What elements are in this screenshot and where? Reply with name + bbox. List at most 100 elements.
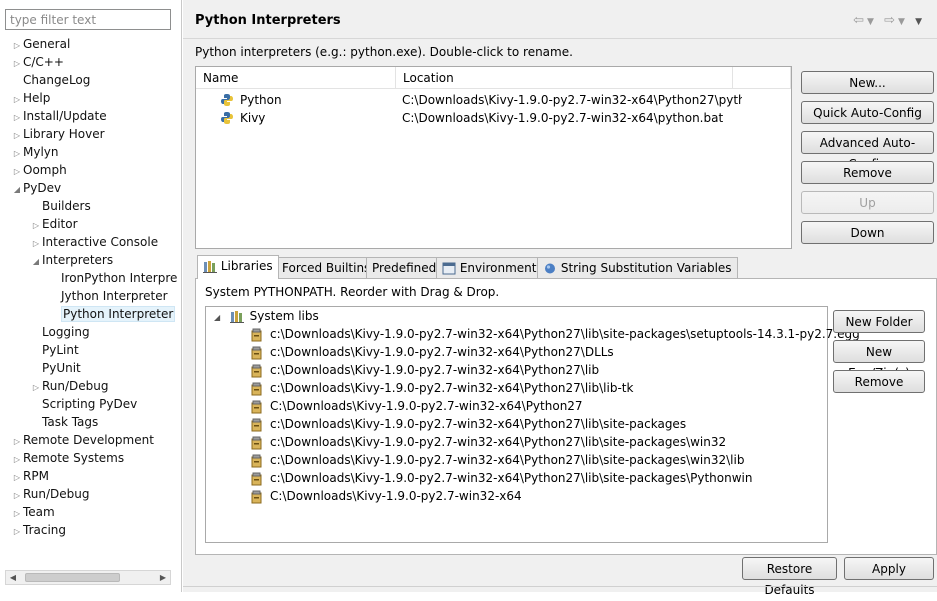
library-item[interactable]: c:\Downloads\Kivy-1.9.0-py2.7-win32-x64\… bbox=[250, 451, 744, 469]
quick-auto-config-button[interactable]: Quick Auto-Config bbox=[801, 101, 934, 124]
library-item[interactable]: C:\Downloads\Kivy-1.9.0-py2.7-win32-x64 bbox=[250, 487, 522, 505]
preferences-tree-panel: ▷General▷C/C++ChangeLog▷Help▷Install/Upd… bbox=[0, 0, 182, 592]
tree-item-run-debug[interactable]: ▷ Run/Debug bbox=[11, 485, 90, 503]
page-title: Python Interpreters bbox=[195, 13, 341, 28]
library-item[interactable]: c:\Downloads\Kivy-1.9.0-py2.7-win32-x64\… bbox=[250, 469, 752, 487]
tab-environment[interactable]: Environment bbox=[436, 257, 543, 279]
system-libs-node[interactable]: ◢ System libs bbox=[214, 307, 319, 325]
tree-item-builders[interactable]: Builders bbox=[30, 197, 91, 215]
tree-item-ironpython-interpre[interactable]: IronPython Interpre bbox=[49, 269, 177, 287]
tree-item-run-debug[interactable]: ▷ Run/Debug bbox=[30, 377, 109, 395]
tree-item-oomph[interactable]: ▷ Oomph bbox=[11, 161, 67, 179]
tree-item-label: Remote Systems bbox=[23, 451, 125, 465]
libraries-icon bbox=[229, 311, 244, 323]
library-item[interactable]: C:\Downloads\Kivy-1.9.0-py2.7-win32-x64\… bbox=[250, 397, 583, 415]
tab-label: Libraries bbox=[220, 259, 273, 273]
tab-label: Predefined bbox=[372, 261, 437, 275]
expanded-arrow-icon[interactable]: ◢ bbox=[214, 309, 226, 327]
library-path: c:\Downloads\Kivy-1.9.0-py2.7-win32-x64\… bbox=[270, 345, 614, 359]
library-item[interactable]: c:\Downloads\Kivy-1.9.0-py2.7-win32-x64\… bbox=[250, 361, 599, 379]
tree-item-scripting-pydev[interactable]: Scripting PyDev bbox=[30, 395, 137, 413]
filter-input[interactable] bbox=[5, 9, 171, 30]
tree-horizontal-scrollbar[interactable]: ◀ ▶ bbox=[5, 570, 171, 585]
tree-item-pydev[interactable]: ◢ PyDev bbox=[11, 179, 61, 197]
tree-item-label: C/C++ bbox=[23, 55, 64, 69]
interpreters-table[interactable]: Name Location Python C:\Downloads\Kivy-1… bbox=[195, 66, 792, 249]
library-path: C:\Downloads\Kivy-1.9.0-py2.7-win32-x64\… bbox=[270, 399, 583, 413]
forward-dropdown-icon[interactable]: ▼ bbox=[898, 17, 908, 27]
tree-item-interpreters[interactable]: ◢ Interpreters bbox=[30, 251, 113, 269]
tree-item-pyunit[interactable]: PyUnit bbox=[30, 359, 81, 377]
new-egg-zip-button[interactable]: New Egg/Zip(s) bbox=[833, 340, 925, 380]
tree-item-changelog[interactable]: ChangeLog bbox=[11, 71, 90, 89]
jar-icon bbox=[251, 400, 262, 413]
expand-arrow-icon[interactable]: ▷ bbox=[11, 523, 23, 541]
jar-icon bbox=[251, 436, 262, 449]
library-path: c:\Downloads\Kivy-1.9.0-py2.7-win32-x64\… bbox=[270, 363, 600, 377]
jar-icon bbox=[251, 382, 262, 395]
advanced-auto-config-button[interactable]: Advanced Auto-Config bbox=[801, 131, 934, 171]
tree-item-install-update[interactable]: ▷ Install/Update bbox=[11, 107, 107, 125]
library-item[interactable]: c:\Downloads\Kivy-1.9.0-py2.7-win32-x64\… bbox=[250, 415, 686, 433]
move-up-button[interactable]: Up bbox=[801, 191, 934, 214]
tree-item-label: Remote Development bbox=[23, 433, 154, 447]
library-item[interactable]: c:\Downloads\Kivy-1.9.0-py2.7-win32-x64\… bbox=[250, 343, 614, 361]
scrollbar-thumb[interactable] bbox=[25, 573, 120, 582]
tree-item-rpm[interactable]: ▷ RPM bbox=[11, 467, 49, 485]
tree-item-library-hover[interactable]: ▷ Library Hover bbox=[11, 125, 105, 143]
library-item[interactable]: c:\Downloads\Kivy-1.9.0-py2.7-win32-x64\… bbox=[250, 379, 633, 397]
tree-item-interactive-console[interactable]: ▷ Interactive Console bbox=[30, 233, 158, 251]
remove-interpreter-button[interactable]: Remove bbox=[801, 161, 934, 184]
tree-item-remote-systems[interactable]: ▷ Remote Systems bbox=[11, 449, 124, 467]
scroll-left-icon[interactable]: ◀ bbox=[6, 571, 20, 584]
tree-item-logging[interactable]: Logging bbox=[30, 323, 90, 341]
forward-icon[interactable]: ⇨ bbox=[884, 13, 898, 28]
jar-icon bbox=[251, 454, 262, 467]
bottom-separator bbox=[183, 586, 937, 587]
tree-item-label: Builders bbox=[42, 199, 91, 213]
tree-item-general[interactable]: ▷ General bbox=[11, 35, 70, 53]
remove-library-button[interactable]: Remove bbox=[833, 370, 925, 393]
back-dropdown-icon[interactable]: ▼ bbox=[867, 17, 877, 27]
tree-item-jython-interpreter[interactable]: Jython Interpreter bbox=[49, 287, 168, 305]
library-item[interactable]: c:\Downloads\Kivy-1.9.0-py2.7-win32-x64\… bbox=[250, 325, 860, 343]
jar-icon bbox=[251, 328, 262, 341]
view-menu-icon[interactable]: ▼ bbox=[915, 17, 925, 27]
new-interpreter-button[interactable]: New... bbox=[801, 71, 934, 94]
tree-item-task-tags[interactable]: Task Tags bbox=[30, 413, 98, 431]
library-item[interactable]: c:\Downloads\Kivy-1.9.0-py2.7-win32-x64\… bbox=[250, 433, 726, 451]
scroll-right-icon[interactable]: ▶ bbox=[156, 571, 170, 584]
tree-item-team[interactable]: ▷ Team bbox=[11, 503, 55, 521]
tree-item-remote-development[interactable]: ▷ Remote Development bbox=[11, 431, 154, 449]
tree-item-python-interpreter[interactable]: Python Interpreter bbox=[49, 305, 176, 323]
collapse-arrow-icon[interactable]: ◢ bbox=[30, 253, 42, 271]
interpreter-name: Python bbox=[240, 93, 282, 107]
tab-forced-builtins[interactable]: Forced Builtins bbox=[276, 257, 377, 279]
interpreter-row[interactable]: Python C:\Downloads\Kivy-1.9.0-py2.7-win… bbox=[196, 91, 791, 109]
tree-item-editor[interactable]: ▷ Editor bbox=[30, 215, 78, 233]
tab-label: Environment bbox=[459, 261, 537, 275]
tree-item-help[interactable]: ▷ Help bbox=[11, 89, 50, 107]
tab-predefined[interactable]: Predefined bbox=[366, 257, 443, 279]
tab-string-substitution-variables[interactable]: String Substitution Variables bbox=[537, 257, 738, 279]
interpreter-row[interactable]: Kivy C:\Downloads\Kivy-1.9.0-py2.7-win32… bbox=[196, 109, 791, 127]
tree-item-label: PyUnit bbox=[42, 361, 81, 375]
system-libs-tree[interactable]: ◢ System libs c:\Downloads\Kivy-1.9.0-py… bbox=[205, 306, 860, 543]
new-folder-button[interactable]: New Folder bbox=[833, 310, 925, 333]
library-path: C:\Downloads\Kivy-1.9.0-py2.7-win32-x64 bbox=[270, 489, 522, 503]
tree-item-label: Help bbox=[23, 91, 51, 105]
restore-defaults-button[interactable]: Restore Defaults bbox=[742, 557, 837, 597]
back-icon[interactable]: ⇦ bbox=[853, 13, 867, 28]
tab-libraries[interactable]: Libraries bbox=[197, 255, 279, 279]
move-down-button[interactable]: Down bbox=[801, 221, 934, 244]
tree-item-tracing[interactable]: ▷ Tracing bbox=[11, 521, 66, 539]
collapse-arrow-icon[interactable]: ◢ bbox=[11, 181, 23, 199]
tree-item-mylyn[interactable]: ▷ Mylyn bbox=[11, 143, 59, 161]
column-header-location[interactable]: Location bbox=[396, 67, 733, 89]
column-header-name[interactable]: Name bbox=[196, 67, 396, 89]
tree-item-pylint[interactable]: PyLint bbox=[30, 341, 79, 359]
tree-item-c-c[interactable]: ▷ C/C++ bbox=[11, 53, 64, 71]
system-libs-label: System libs bbox=[249, 309, 319, 323]
apply-button[interactable]: Apply bbox=[844, 557, 934, 580]
preference-page: Python Interpreters ⇦▼ ⇨▼ ▼ Python inter… bbox=[183, 0, 937, 597]
